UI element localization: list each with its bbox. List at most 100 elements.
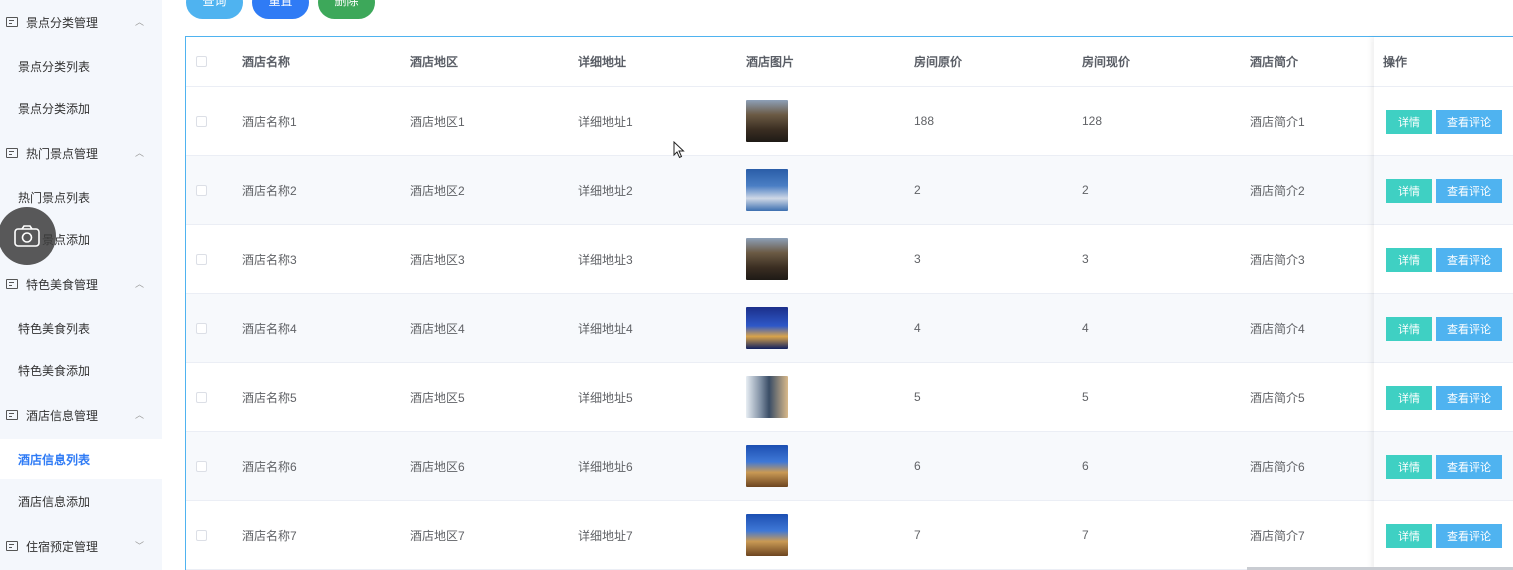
- column-header-current-price[interactable]: 房间现价: [1082, 37, 1130, 86]
- column-header-intro[interactable]: 酒店简介: [1250, 37, 1298, 86]
- row-checkbox[interactable]: [196, 460, 207, 472]
- cell-hotel-region: 酒店地区4: [410, 321, 465, 336]
- table-row[interactable]: 酒店名称4 酒店地区4 详细地址4 4 4 酒店简介4 详情 查看评论: [186, 294, 1513, 363]
- cell-hotel-region: 酒店地区7: [410, 528, 465, 543]
- delete-button[interactable]: 删除: [318, 0, 375, 19]
- cell-current-price: 5: [1082, 390, 1089, 404]
- column-header-image[interactable]: 酒店图片: [746, 37, 794, 86]
- cell-hotel-intro: 酒店简介2: [1250, 183, 1305, 198]
- hotel-image[interactable]: [746, 169, 788, 211]
- cell-original-price: 6: [914, 459, 921, 473]
- cell-current-price: 7: [1082, 528, 1089, 542]
- sidebar: 景点分类管理 ︿ 景点分类列表 景点分类添加 热门景点管理 ︿ 热门景点列表 景…: [0, 0, 162, 570]
- row-checkbox[interactable]: [196, 184, 207, 196]
- column-header-actions: 操作: [1383, 55, 1408, 69]
- reset-button[interactable]: 重置: [252, 0, 309, 19]
- row-checkbox[interactable]: [196, 115, 207, 127]
- cell-hotel-region: 酒店地区3: [410, 252, 465, 267]
- menu-group-label: 酒店信息管理: [26, 408, 99, 423]
- menu-icon: [6, 541, 18, 551]
- column-header-address[interactable]: 详细地址: [578, 37, 626, 86]
- cell-hotel-region: 酒店地区2: [410, 183, 465, 198]
- hotel-image[interactable]: [746, 376, 788, 418]
- table-header-row: 酒店名称 酒店地区 详细地址 酒店图片 房间原价 房间现价 酒店简介 操作: [186, 37, 1513, 87]
- menu-group-label: 住宿预定管理: [26, 539, 99, 554]
- table-row[interactable]: 酒店名称3 酒店地区3 详细地址3 3 3 酒店简介3 详情 查看评论: [186, 225, 1513, 294]
- sidebar-item-food-list[interactable]: 特色美食列表: [0, 308, 162, 348]
- sidebar-item-food-add[interactable]: 特色美食添加: [0, 350, 162, 390]
- view-reviews-button[interactable]: 查看评论: [1436, 455, 1502, 479]
- cell-hotel-address: 详细地址6: [578, 459, 633, 474]
- view-reviews-button[interactable]: 查看评论: [1436, 248, 1502, 272]
- cell-hotel-address: 详细地址4: [578, 321, 633, 336]
- menu-group-label: 热门景点管理: [26, 146, 99, 161]
- cell-hotel-region: 酒店地区6: [410, 459, 465, 474]
- menu-group-label: 特色美食管理: [26, 277, 99, 292]
- chevron-up-icon: ︿: [134, 410, 144, 420]
- table-row[interactable]: 酒店名称2 酒店地区2 详细地址2 2 2 酒店简介2 详情 查看评论: [186, 156, 1513, 225]
- select-all-checkbox[interactable]: [196, 56, 207, 67]
- cell-hotel-name: 酒店名称4: [242, 321, 297, 336]
- cell-current-price: 128: [1082, 114, 1103, 128]
- cell-hotel-address: 详细地址5: [578, 390, 633, 405]
- view-reviews-button[interactable]: 查看评论: [1436, 524, 1502, 548]
- hotel-image[interactable]: [746, 307, 788, 349]
- detail-button[interactable]: 详情: [1386, 386, 1432, 410]
- column-header-region[interactable]: 酒店地区: [410, 37, 458, 86]
- table-row[interactable]: 酒店名称7 酒店地区7 详细地址7 7 7 酒店简介7 详情 查看评论: [186, 501, 1513, 570]
- chevron-up-icon: ︿: [134, 17, 144, 27]
- cell-hotel-intro: 酒店简介7: [1250, 528, 1305, 543]
- detail-button[interactable]: 详情: [1386, 317, 1432, 341]
- cell-hotel-address: 详细地址3: [578, 252, 633, 267]
- cell-original-price: 7: [914, 528, 921, 542]
- cell-hotel-address: 详细地址1: [578, 114, 633, 129]
- chevron-up-icon: ︿: [134, 279, 144, 289]
- menu-group-food[interactable]: 特色美食管理 ︿: [0, 264, 162, 304]
- detail-button[interactable]: 详情: [1386, 455, 1432, 479]
- detail-button[interactable]: 详情: [1386, 110, 1432, 134]
- view-reviews-button[interactable]: 查看评论: [1436, 110, 1502, 134]
- menu-group-hotel-info[interactable]: 酒店信息管理 ︿: [0, 395, 162, 435]
- sidebar-item-scenic-category-add[interactable]: 景点分类添加: [0, 88, 162, 128]
- menu-group-booking[interactable]: 住宿预定管理 ﹀: [0, 526, 162, 566]
- hotel-image[interactable]: [746, 100, 788, 142]
- chevron-down-icon: ﹀: [134, 541, 144, 551]
- column-header-name[interactable]: 酒店名称: [242, 37, 290, 86]
- view-reviews-button[interactable]: 查看评论: [1436, 386, 1502, 410]
- cell-hotel-region: 酒店地区5: [410, 390, 465, 405]
- table-row[interactable]: 酒店名称5 酒店地区5 详细地址5 5 5 酒店简介5 详情 查看评论: [186, 363, 1513, 432]
- view-reviews-button[interactable]: 查看评论: [1436, 317, 1502, 341]
- cell-original-price: 188: [914, 114, 935, 128]
- sidebar-item-hotel-info-add[interactable]: 酒店信息添加: [0, 481, 162, 521]
- query-button[interactable]: 查询: [186, 0, 243, 19]
- detail-button[interactable]: 详情: [1386, 248, 1432, 272]
- cell-hotel-address: 详细地址7: [578, 528, 633, 543]
- cell-hotel-name: 酒店名称5: [242, 390, 297, 405]
- cell-hotel-name: 酒店名称6: [242, 459, 297, 474]
- screenshot-camera-button[interactable]: [0, 207, 56, 265]
- detail-button[interactable]: 详情: [1386, 179, 1432, 203]
- view-reviews-button[interactable]: 查看评论: [1436, 179, 1502, 203]
- row-checkbox[interactable]: [196, 529, 207, 541]
- column-header-original-price[interactable]: 房间原价: [914, 37, 962, 86]
- cell-hotel-name: 酒店名称3: [242, 252, 297, 267]
- menu-group-scenic-category[interactable]: 景点分类管理 ︿: [0, 2, 162, 42]
- cell-hotel-region: 酒店地区1: [410, 114, 465, 129]
- sidebar-item-scenic-category-list[interactable]: 景点分类列表: [0, 46, 162, 86]
- cell-current-price: 2: [1082, 183, 1089, 197]
- hotel-image[interactable]: [746, 514, 788, 556]
- table-row[interactable]: 酒店名称1 酒店地区1 详细地址1 188 128 酒店简介1 详情 查看评论: [186, 87, 1513, 156]
- menu-group-hot-scenic[interactable]: 热门景点管理 ︿: [0, 133, 162, 173]
- camera-icon: [14, 225, 40, 247]
- row-checkbox[interactable]: [196, 253, 207, 265]
- cell-original-price: 2: [914, 183, 921, 197]
- sidebar-item-hotel-info-list[interactable]: 酒店信息列表: [0, 439, 162, 479]
- hotel-image[interactable]: [746, 238, 788, 280]
- detail-button[interactable]: 详情: [1386, 524, 1432, 548]
- hotel-table: 酒店名称 酒店地区 详细地址 酒店图片 房间原价 房间现价 酒店简介 操作 酒店…: [185, 36, 1513, 570]
- cell-current-price: 6: [1082, 459, 1089, 473]
- table-row[interactable]: 酒店名称6 酒店地区6 详细地址6 6 6 酒店简介6 详情 查看评论: [186, 432, 1513, 501]
- row-checkbox[interactable]: [196, 391, 207, 403]
- hotel-image[interactable]: [746, 445, 788, 487]
- row-checkbox[interactable]: [196, 322, 207, 334]
